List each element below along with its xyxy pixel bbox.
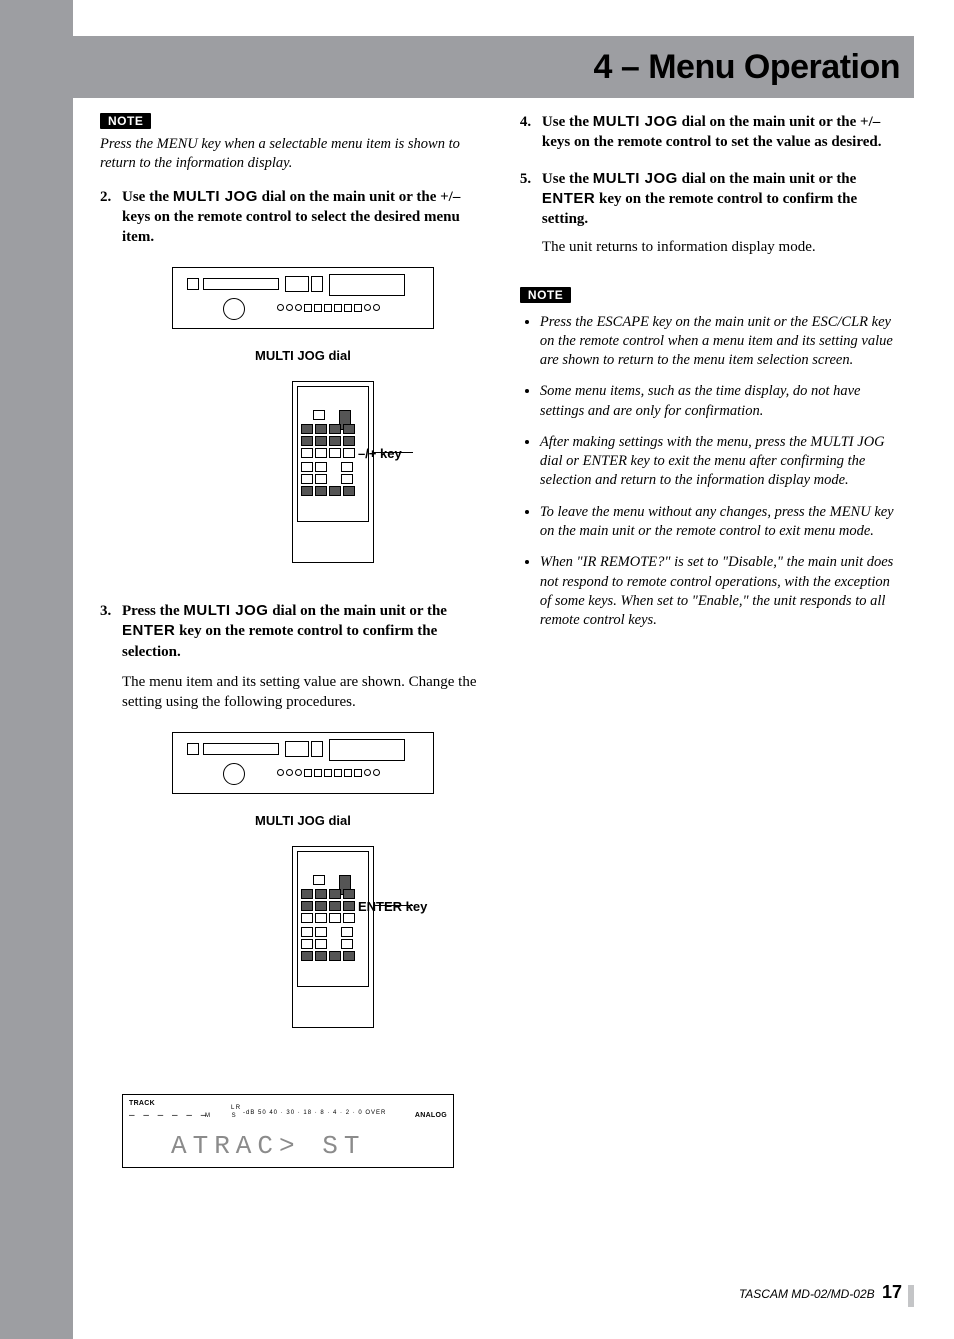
note-text: Press the MENU key when a selectable men…: [100, 135, 484, 173]
note-bullet: Some menu items, such as the time displa…: [540, 382, 894, 421]
text: dial on the main unit or the: [268, 603, 447, 619]
remote-callout-label: –/+ key: [358, 445, 478, 463]
remote-illustration-1: –/+ key: [232, 381, 374, 563]
panel-caption: MULTI JOG dial: [122, 812, 484, 830]
lcd-font: ENTER: [542, 190, 595, 207]
text: Use the: [542, 171, 593, 187]
note-tag: NOTE: [100, 113, 151, 129]
lcd-analog: ANALOG: [415, 1111, 447, 1120]
lcd-font: MULTI JOG: [593, 170, 678, 187]
lcd-font: ENTER: [122, 622, 175, 639]
step-4: 4. Use the MULTI JOG dial on the main un…: [542, 112, 894, 153]
right-column: 4. Use the MULTI JOG dial on the main un…: [520, 112, 894, 1184]
lcd-segment-text: ATRAC> ST: [171, 1129, 365, 1164]
lcd-msr: M S: [205, 1112, 246, 1120]
chapter-title: 4 – Menu Operation: [594, 48, 901, 87]
step-text: Use the MULTI JOG dial on the main unit …: [542, 114, 882, 150]
step-sub-text: The menu item and its setting value are …: [122, 672, 484, 713]
step-text: Press the MULTI JOG dial on the main uni…: [122, 603, 447, 660]
step-text: Use the MULTI JOG dial on the main unit …: [122, 189, 460, 246]
step-number: 4.: [520, 112, 531, 132]
chapter-header: 4 – Menu Operation: [73, 36, 914, 98]
procedure-steps-right: 4. Use the MULTI JOG dial on the main un…: [520, 112, 894, 258]
note-bullet: When "IR REMOTE?" is set to "Disable," t…: [540, 553, 894, 630]
procedure-steps-left: 2. Use the MULTI JOG dial on the main un…: [100, 187, 484, 1169]
remote-illustration-2: ENTER key: [232, 846, 374, 1028]
footer-page-number: 17: [882, 1282, 902, 1302]
lcd-scale: -dB 50 40 · 30 · 18 · 8 · 4 · 2 · 0 OVER: [243, 1109, 386, 1117]
note-bullet-list: Press the ESCAPE key on the main unit or…: [520, 313, 894, 631]
lcd-display-illustration: TRACK – – – – – – M S L R -dB 50 40 · 30…: [122, 1094, 454, 1168]
lcd-track-label: TRACK: [129, 1099, 155, 1108]
illustration-panel-1: MULTI JOG dial: [122, 267, 484, 569]
content-area: NOTE Press the MENU key when a selectabl…: [100, 112, 894, 1184]
panel-caption: MULTI JOG dial: [122, 347, 484, 365]
main-unit-illustration: [172, 732, 434, 794]
main-unit-illustration: [172, 267, 434, 329]
footer-model: TASCAM MD-02/MD-02B: [739, 1287, 875, 1301]
step-5: 5. Use the MULTI JOG dial on the main un…: [542, 169, 894, 258]
illustration-panel-2: MULTI JOG dial: [122, 732, 484, 1034]
lcd-dashes: – – – – – –: [129, 1109, 209, 1123]
text: Use the: [542, 114, 593, 130]
lcd-lr: L R: [231, 1105, 240, 1112]
step-number: 5.: [520, 169, 531, 189]
note-bullet: After making settings with the menu, pre…: [540, 433, 894, 491]
left-column: NOTE Press the MENU key when a selectabl…: [100, 112, 484, 1184]
lcd-font: MULTI JOG: [593, 113, 678, 130]
lcd-font: MULTI JOG: [183, 602, 268, 619]
note-bullet: Press the ESCAPE key on the main unit or…: [540, 313, 894, 371]
step-2: 2. Use the MULTI JOG dial on the main un…: [122, 187, 484, 570]
step-text: Use the MULTI JOG dial on the main unit …: [542, 171, 857, 228]
step-plain-text: The unit returns to information display …: [542, 237, 894, 257]
note-tag: NOTE: [520, 287, 571, 303]
document-page: 4 – Menu Operation NOTE Press the MENU k…: [0, 0, 954, 1339]
note-bullet: To leave the menu without any changes, p…: [540, 503, 894, 542]
lcd-font: MULTI JOG: [173, 188, 258, 205]
text: Press the: [122, 603, 183, 619]
left-bleed-tab: [0, 0, 73, 1339]
step-number: 3.: [100, 601, 111, 621]
step-3: 3. Press the MULTI JOG dial on the main …: [122, 601, 484, 1168]
remote-callout-label: ENTER key: [358, 898, 478, 916]
footer-bleed-tick: [908, 1285, 914, 1307]
page-footer: TASCAM MD-02/MD-02B 17: [739, 1282, 902, 1303]
step-number: 2.: [100, 187, 111, 207]
text: Use the: [122, 189, 173, 205]
text: dial on the main unit or the: [678, 171, 857, 187]
